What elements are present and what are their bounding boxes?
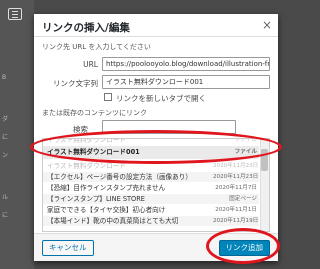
existing-content-label: または既存のコンテンツにリンク bbox=[42, 109, 147, 117]
backdrop-text: に bbox=[2, 212, 9, 219]
link-text-label: リンク文字列 bbox=[53, 79, 98, 88]
link-text-input[interactable]: イラスト無料ダウンロード001 bbox=[102, 75, 270, 89]
list-item[interactable]: イラスト無料ダウンロード 2020年11月23日 bbox=[43, 161, 259, 171]
list-item[interactable]: イラスト無料ダウンロード ファイル bbox=[43, 138, 259, 145]
result-title: 【本場インド】靴の中の真菜筒はとても大切 bbox=[47, 217, 179, 225]
backdrop-text: ル bbox=[2, 194, 9, 201]
url-label: URL bbox=[83, 60, 98, 69]
result-meta: 2020年11月7日 bbox=[215, 185, 257, 191]
backdrop-text: B bbox=[2, 74, 7, 81]
result-title: イラスト無料ダウンロード001 bbox=[47, 148, 140, 156]
result-title: イラスト無料ダウンロード bbox=[47, 162, 126, 170]
cancel-button[interactable]: キャンセル bbox=[42, 240, 94, 256]
link-dialog: リンクの挿入/編集 × リンク先 URL を入力してください URL https… bbox=[34, 14, 278, 261]
add-link-button[interactable]: リンク追加 bbox=[218, 240, 270, 256]
backdrop-text: ン bbox=[2, 152, 9, 159]
list-item[interactable]: 【ラインスタンプ】LINE STORE 固定ページ bbox=[43, 194, 259, 204]
result-meta: ファイル bbox=[234, 138, 257, 143]
result-title: 【恐縮】目作ラインスタンプ売れません bbox=[47, 184, 166, 192]
result-meta: 2020年11月1日 bbox=[215, 207, 257, 213]
result-meta: 2020年11月23日 bbox=[213, 174, 259, 180]
url-input[interactable]: https://poolooyolo.blog/download/illustr… bbox=[102, 57, 270, 71]
result-meta: 2020年11月23日 bbox=[213, 163, 259, 169]
dialog-title: リンクの挿入/編集 bbox=[42, 22, 130, 34]
result-title: 家庭でできる【タイヤ交換】初心者向け bbox=[47, 206, 166, 214]
search-results-list: イラスト無料ダウンロード ファイル イラスト無料ダウンロード001 ファイル イ… bbox=[42, 138, 270, 232]
results-scrollbar[interactable] bbox=[260, 139, 269, 231]
search-label: 検索 bbox=[73, 125, 88, 134]
new-tab-label: リンクを新しいタブで開く bbox=[116, 94, 206, 103]
close-icon[interactable]: × bbox=[262, 18, 272, 32]
url-instruction: リンク先 URL を入力してください bbox=[42, 43, 151, 51]
list-item[interactable]: 【本場インド】靴の中の真菜筒はとても大切 2020年11月19日 bbox=[43, 216, 259, 226]
search-input[interactable] bbox=[102, 120, 236, 134]
backdrop-text: に bbox=[2, 134, 9, 141]
result-meta: 2020年11月19日 bbox=[213, 218, 259, 224]
result-title: イラスト無料ダウンロード bbox=[47, 138, 126, 144]
list-item[interactable]: 【エクセル】ページ番号の設定方法（画像あり） 2020年11月23日 bbox=[43, 172, 259, 182]
scrollbar-thumb[interactable] bbox=[261, 149, 268, 171]
result-meta: 固定ページ bbox=[229, 196, 257, 202]
dialog-footer: キャンセル リンク追加 bbox=[34, 233, 278, 261]
divider bbox=[34, 36, 278, 37]
result-title: 【エクセル】ページ番号の設定方法（画像あり） bbox=[47, 173, 192, 181]
editor-sidebar-backdrop: B ダ に ン ル に bbox=[0, 0, 34, 269]
backdrop-text: ダ bbox=[2, 116, 9, 123]
list-item[interactable]: 家庭でできる【タイヤ交換】初心者向け 2020年11月1日 bbox=[43, 205, 259, 215]
list-item-selected[interactable]: イラスト無料ダウンロード001 ファイル bbox=[43, 146, 259, 159]
new-tab-checkbox[interactable] bbox=[104, 93, 112, 101]
list-item[interactable]: 【恐縮】目作ラインスタンプ売れません 2020年11月7日 bbox=[43, 183, 259, 193]
menu-icon bbox=[8, 8, 22, 20]
result-title: 【ラインスタンプ】LINE STORE bbox=[47, 195, 145, 203]
result-meta: ファイル bbox=[234, 149, 257, 155]
